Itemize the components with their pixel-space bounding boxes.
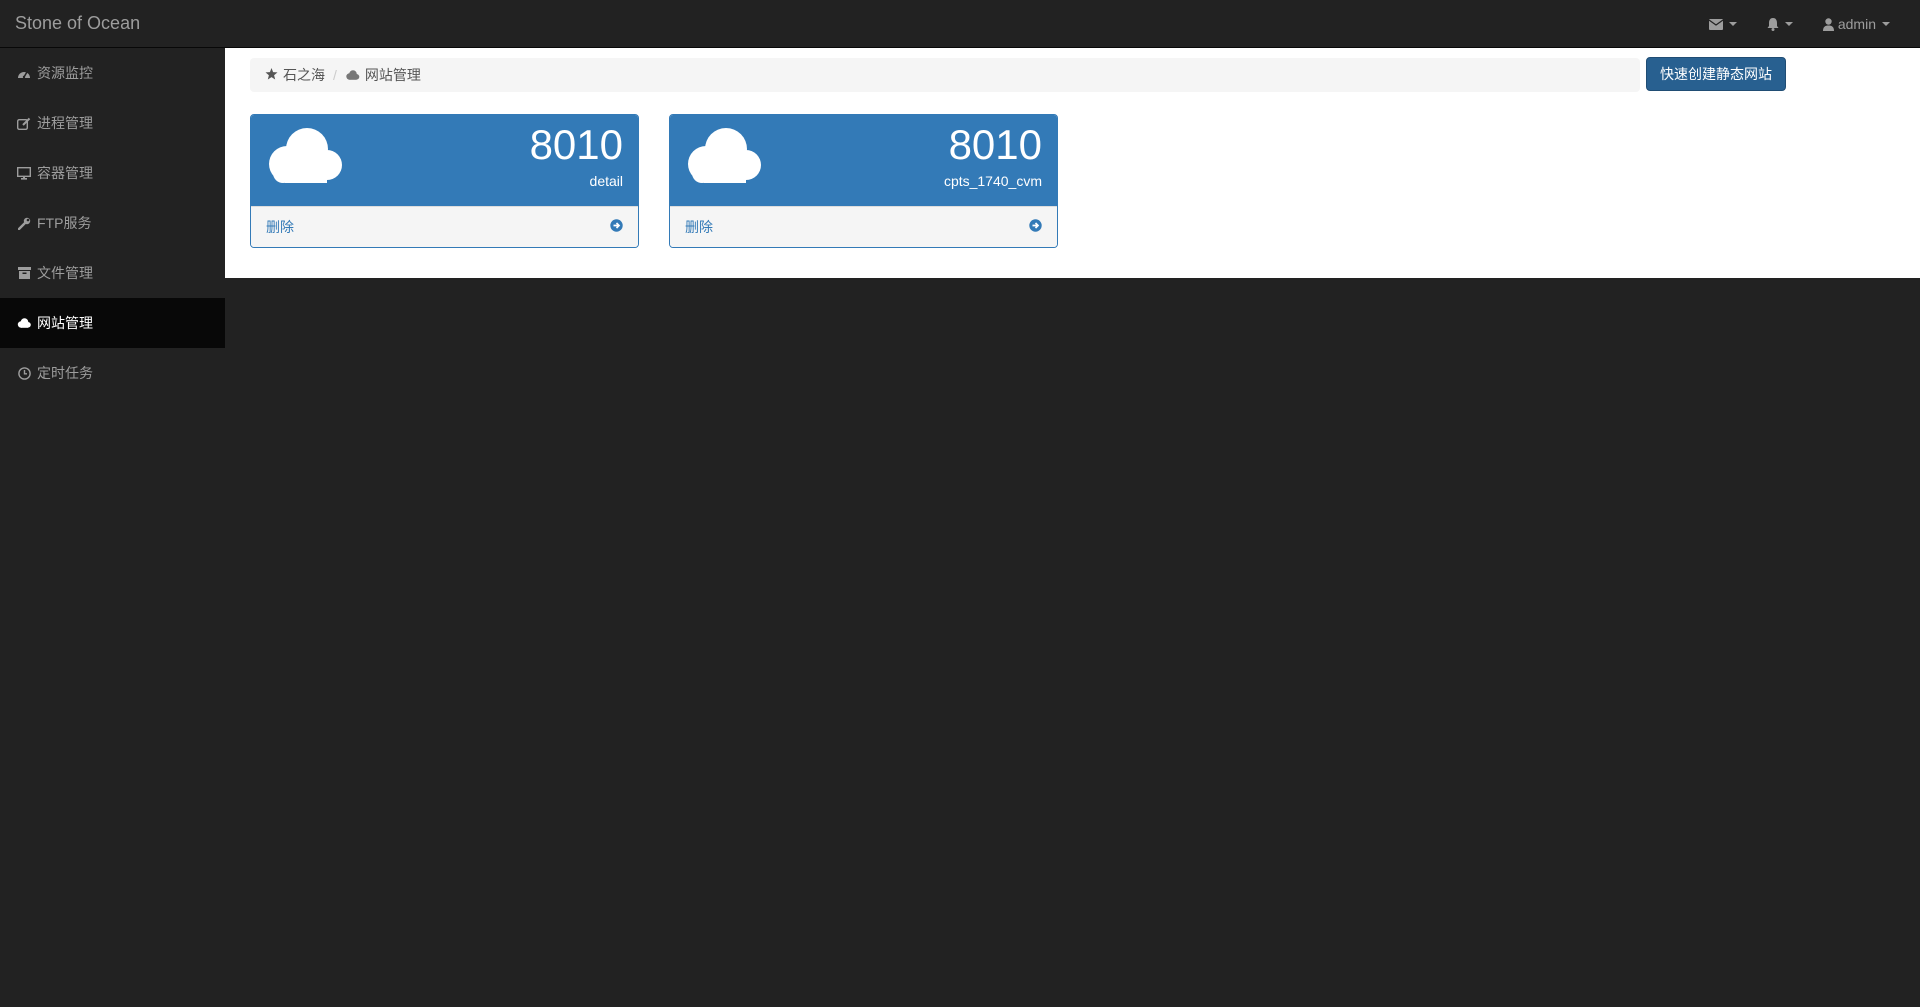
top-navbar: Stone of Ocean admin	[0, 0, 1920, 48]
user-name: admin	[1837, 16, 1876, 32]
sidebar-item-label: FTP服务	[37, 215, 92, 231]
arrow-circle-right-icon	[1029, 219, 1042, 235]
sidebar-item-scheduled-tasks[interactable]: 定时任务	[0, 348, 225, 398]
app-brand[interactable]: Stone of Ocean	[15, 0, 140, 48]
site-panel-heading: 8010 detail	[251, 115, 638, 206]
breadcrumb-current: 网站管理	[345, 65, 421, 85]
edit-icon	[17, 116, 31, 130]
sidebar-item-resource-monitor[interactable]: 资源监控	[0, 48, 225, 98]
messages-dropdown[interactable]	[1694, 0, 1752, 48]
sidebar-item-label: 容器管理	[37, 165, 93, 181]
site-name: cpts_1740_cvm	[943, 173, 1042, 189]
site-delete-link[interactable]: 删除	[670, 206, 1057, 247]
arrow-circle-right-icon	[610, 219, 623, 235]
user-dropdown[interactable]: admin	[1808, 0, 1905, 48]
site-name: detail	[589, 173, 623, 189]
archive-icon	[17, 266, 31, 280]
site-panel: 8010 detail 删除	[250, 114, 639, 248]
quick-create-static-site-button[interactable]: 快速创建静态网站	[1646, 57, 1786, 91]
sidebar: 资源监控 进程管理 容器管理 FTP服务 文件管理 网站管理 定时任务	[0, 48, 225, 398]
clock-icon	[17, 366, 31, 380]
site-panel-heading: 8010 cpts_1740_cvm	[670, 115, 1057, 206]
user-icon	[1822, 17, 1834, 31]
star-icon	[265, 67, 283, 83]
wrench-icon	[17, 216, 31, 230]
breadcrumb-home[interactable]: 石之海	[265, 65, 325, 85]
bell-icon	[1767, 17, 1779, 31]
sidebar-item-container-management[interactable]: 容器管理	[0, 148, 225, 198]
sidebar-item-ftp-service[interactable]: FTP服务	[0, 198, 225, 248]
sidebar-item-label: 文件管理	[37, 265, 93, 281]
main-content: 石之海 / 网站管理 快速创建静态网站 8010 detail 删除 8010 …	[225, 48, 1920, 278]
site-delete-link[interactable]: 删除	[251, 206, 638, 247]
sidebar-item-label: 资源监控	[37, 65, 93, 81]
sidebar-item-label: 进程管理	[37, 115, 93, 131]
sidebar-item-label: 网站管理	[37, 315, 93, 331]
breadcrumb-separator: /	[333, 67, 337, 83]
dashboard-icon	[17, 66, 31, 80]
site-panel: 8010 cpts_1740_cvm 删除	[669, 114, 1058, 248]
delete-label: 删除	[266, 219, 294, 235]
delete-label: 删除	[685, 219, 713, 235]
navbar-right: admin	[1694, 0, 1905, 48]
alerts-dropdown[interactable]	[1752, 0, 1808, 48]
sidebar-item-process-management[interactable]: 进程管理	[0, 98, 225, 148]
site-port: 8010	[529, 121, 623, 168]
sidebar-item-label: 定时任务	[37, 365, 93, 381]
breadcrumb-label: 石之海	[283, 67, 325, 83]
chevron-down-icon	[1882, 22, 1890, 26]
breadcrumb: 石之海 / 网站管理	[250, 58, 1640, 92]
site-port: 8010	[948, 121, 1042, 168]
desktop-icon	[17, 166, 31, 180]
cloud-icon	[17, 316, 31, 330]
cloud-icon	[684, 127, 762, 188]
cloud-icon	[345, 67, 365, 83]
chevron-down-icon	[1784, 22, 1793, 26]
cloud-icon	[265, 127, 343, 188]
sidebar-item-website-management[interactable]: 网站管理	[0, 298, 225, 348]
breadcrumb-label: 网站管理	[364, 67, 421, 83]
sidebar-item-file-management[interactable]: 文件管理	[0, 248, 225, 298]
envelope-icon	[1708, 18, 1723, 30]
chevron-down-icon	[1728, 22, 1737, 26]
